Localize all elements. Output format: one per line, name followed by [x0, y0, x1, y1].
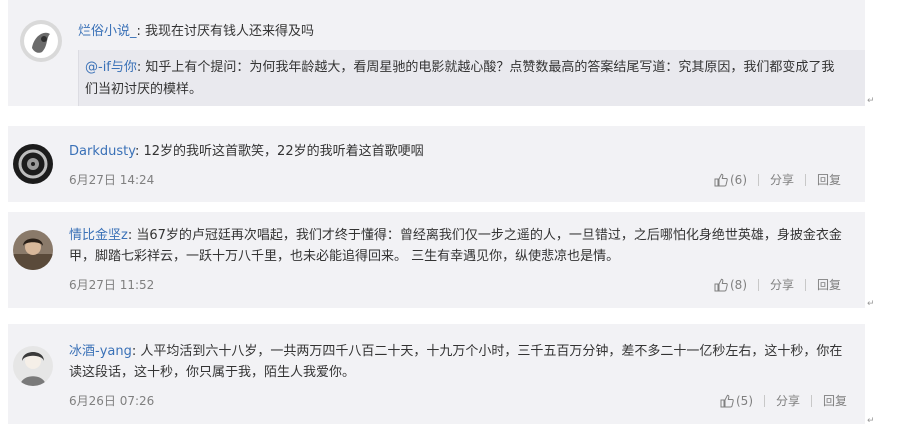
like-count: (5)	[736, 393, 753, 408]
like-button[interactable]: (5)	[720, 394, 753, 408]
return-mark: ↵	[867, 96, 875, 106]
comment-text-line-2: 甲，脚踏七彩祥云，一跃十万八千里，也未必能追得回来。 三生有幸遇见你，纵使悲凉也…	[69, 249, 620, 264]
divider	[811, 394, 813, 407]
reply-button[interactable]: 回复	[817, 171, 841, 188]
divider	[805, 278, 807, 291]
avatar[interactable]	[20, 20, 62, 62]
avatar[interactable]	[13, 144, 53, 184]
share-button[interactable]: 分享	[770, 276, 794, 293]
timestamp: 6月27日 14:24	[69, 173, 155, 187]
divider	[764, 394, 765, 407]
quote-username-link[interactable]: @-if与你	[85, 60, 137, 75]
comment-card: 冰酒-yang: 人平均活到六十八岁，一共两万四千八百二十天，十九万个小时，三千…	[8, 324, 865, 424]
quoted-comment: @-if与你: 知乎上有个提问：为何我年龄越大，看周星驰的电影就越心酸？点赞数最…	[78, 50, 865, 106]
timestamp: 6月26日 07:26	[69, 394, 155, 408]
avatar[interactable]	[13, 230, 53, 270]
share-button[interactable]: 分享	[770, 171, 794, 188]
comment-actions: (6) 分享 回复	[714, 171, 841, 188]
username-link[interactable]: 冰酒-yang	[69, 344, 132, 359]
quote-line-1: @-if与你: 知乎上有个提问：为何我年龄越大，看周星驰的电影就越心酸？点赞数最…	[85, 60, 835, 75]
share-button[interactable]: 分享	[776, 392, 800, 409]
comment-actions: (5) 分享 回复	[720, 392, 847, 409]
like-button[interactable]: (6)	[714, 173, 747, 187]
divider	[805, 173, 807, 186]
username-link[interactable]: Darkdusty	[69, 144, 135, 159]
like-count: (6)	[730, 172, 747, 187]
divider	[758, 173, 759, 186]
comment-actions: (8) 分享 回复	[714, 276, 841, 293]
divider	[758, 278, 759, 291]
return-mark: ↵	[867, 416, 875, 426]
quote-line-2: 们当初讨厌的模样。	[85, 82, 203, 97]
username-link[interactable]: 情比金坚z	[69, 228, 128, 243]
return-mark: ↵	[867, 299, 875, 309]
username-link[interactable]: 烂俗小说_	[78, 24, 137, 39]
like-button[interactable]: (8)	[714, 278, 747, 292]
reply-button[interactable]: 回复	[823, 392, 847, 409]
timestamp: 6月27日 11:52	[69, 278, 155, 292]
comment-text: 烂俗小说_: 我现在讨厌有钱人还来得及吗	[78, 24, 315, 39]
thumbs-up-icon	[714, 173, 728, 186]
thumbs-up-icon	[714, 278, 728, 291]
comment-card: 情比金坚z: 当67岁的卢冠廷再次唱起，我们才终于懂得：曾经离我们仅一步之遥的人…	[8, 212, 865, 308]
avatar[interactable]	[13, 346, 53, 386]
comment-text-line-1: 情比金坚z: 当67岁的卢冠廷再次唱起，我们才终于懂得：曾经离我们仅一步之遥的人…	[69, 228, 842, 243]
comment-text-line-1: 冰酒-yang: 人平均活到六十八岁，一共两万四千八百二十天，十九万个小时，三千…	[69, 344, 843, 359]
comment-text-line-2: 读这段话，这十秒，你只属于我，陌生人我爱你。	[69, 365, 356, 380]
thumbs-up-icon	[720, 394, 734, 407]
reply-button[interactable]: 回复	[817, 276, 841, 293]
comment-card: 烂俗小说_: 我现在讨厌有钱人还来得及吗 @-if与你: 知乎上有个提问：为何我…	[8, 0, 865, 106]
comment-card: Darkdusty: 12岁的我听这首歌笑，22岁的我听着这首歌哽咽 6月27日…	[8, 126, 865, 202]
like-count: (8)	[730, 277, 747, 292]
comment-text: Darkdusty: 12岁的我听这首歌笑，22岁的我听着这首歌哽咽	[69, 144, 424, 159]
